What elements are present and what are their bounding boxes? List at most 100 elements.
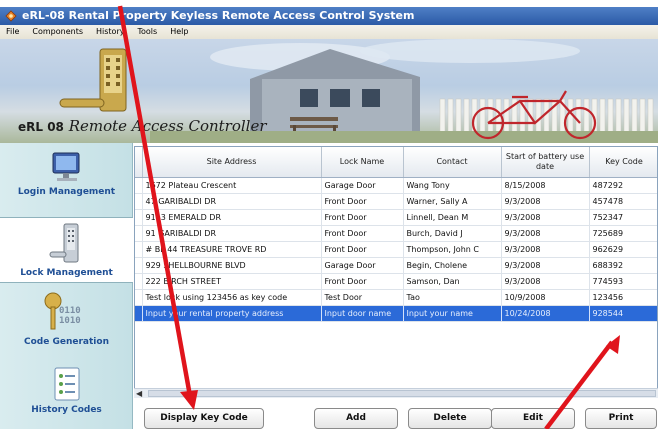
cell-lock-name[interactable]: Front Door — [321, 241, 404, 258]
row-selector[interactable] — [135, 289, 143, 306]
row-selector[interactable] — [135, 305, 143, 322]
sidebar-item-label: Lock Management — [20, 268, 113, 278]
menu-bar: File Components History Tools Help — [0, 25, 658, 39]
cell-battery-date[interactable]: 8/15/2008 — [501, 177, 590, 194]
cell-contact[interactable]: Linnell, Dean M — [403, 209, 502, 226]
history-list-icon — [54, 367, 79, 401]
table-row[interactable]: 1672 Plateau Crescent Garage Door Wang T… — [135, 177, 657, 194]
cell-lock-name[interactable]: Front Door — [321, 225, 404, 242]
cell-contact[interactable]: Input your name — [403, 305, 502, 322]
cell-lock-name[interactable]: Front Door — [321, 193, 404, 210]
table-row[interactable]: Test lock using 123456 as key code Test … — [135, 289, 657, 306]
table-row-selected[interactable]: Input your rental property address Input… — [135, 305, 657, 322]
cell-site-address[interactable]: 1672 Plateau Crescent — [142, 177, 322, 194]
cell-key-code[interactable]: 752347 — [589, 209, 657, 226]
cell-site-address[interactable]: 9143 EMERALD DR — [142, 209, 322, 226]
sidebar-item-login-management[interactable]: Login Management — [0, 147, 133, 207]
menu-help[interactable]: Help — [164, 25, 195, 39]
print-button[interactable]: Print — [585, 408, 657, 429]
sidebar-item-history-codes[interactable]: History Codes — [0, 365, 133, 425]
cell-key-code[interactable]: 962629 — [589, 241, 657, 258]
app-window: eRL-08 Rental Property Keyless Remote Ac… — [0, 0, 658, 429]
menu-tools[interactable]: Tools — [131, 25, 164, 39]
menu-history[interactable]: History — [90, 25, 131, 39]
cell-key-code[interactable]: 123456 — [589, 289, 657, 306]
table-row[interactable]: 222 BIRCH STREET Front Door Samson, Dan … — [135, 273, 657, 290]
cell-key-code[interactable]: 457478 — [589, 193, 657, 210]
computer-monitor-icon — [52, 152, 79, 181]
cell-contact[interactable]: Begin, Cholene — [403, 257, 502, 274]
horizontal-scrollbar[interactable]: ◀ — [134, 388, 658, 398]
cell-key-code[interactable]: 928544 — [589, 305, 657, 322]
scroll-thumb[interactable] — [148, 390, 656, 397]
add-button[interactable]: Add — [314, 408, 398, 429]
app-icon — [5, 10, 17, 22]
keypad-lock-icon — [49, 223, 78, 263]
cell-contact[interactable]: Tao — [403, 289, 502, 306]
cell-site-address[interactable]: 47 GARIBALDI DR — [142, 193, 322, 210]
cell-site-address[interactable]: 929 SHELLBOURNE BLVD — [142, 257, 322, 274]
cell-lock-name[interactable]: Test Door — [321, 289, 404, 306]
column-header-lock-name[interactable]: Lock Name — [321, 147, 404, 178]
cell-site-address[interactable]: # BL 44 TREASURE TROVE RD — [142, 241, 322, 258]
display-key-code-button[interactable]: Display Key Code — [144, 408, 264, 429]
row-selector[interactable] — [135, 209, 143, 226]
table-header-row: Site Address Lock Name Contact Start of … — [135, 147, 657, 178]
cell-contact[interactable]: Warner, Sally A — [403, 193, 502, 210]
cell-key-code[interactable]: 688392 — [589, 257, 657, 274]
cell-lock-name[interactable]: Garage Door — [321, 257, 404, 274]
cell-contact[interactable]: Samson, Dan — [403, 273, 502, 290]
cell-battery-date[interactable]: 9/3/2008 — [501, 225, 590, 242]
sidebar-item-code-generation[interactable]: 0110 1010 Code Generation — [0, 289, 133, 351]
sidebar-item-label: Code Generation — [24, 337, 109, 347]
cell-battery-date[interactable]: 9/3/2008 — [501, 193, 590, 210]
cell-battery-date[interactable]: 10/24/2008 — [501, 305, 590, 322]
sidebar-item-lock-management[interactable]: Lock Management — [0, 217, 133, 283]
cell-site-address[interactable]: 91 GARIBALDI DR — [142, 225, 322, 242]
menu-file[interactable]: File — [0, 25, 26, 39]
row-selector[interactable] — [135, 241, 143, 258]
cell-battery-date[interactable]: 9/3/2008 — [501, 257, 590, 274]
table-row[interactable]: # BL 44 TREASURE TROVE RD Front Door Tho… — [135, 241, 657, 258]
cell-site-address[interactable]: Test lock using 123456 as key code — [142, 289, 322, 306]
cell-lock-name[interactable]: Front Door — [321, 273, 404, 290]
row-header-corner — [135, 147, 143, 178]
cell-battery-date[interactable]: 9/3/2008 — [501, 241, 590, 258]
column-header-contact[interactable]: Contact — [403, 147, 502, 178]
delete-button[interactable]: Delete — [408, 408, 492, 429]
column-header-site-address[interactable]: Site Address — [142, 147, 322, 178]
row-selector[interactable] — [135, 193, 143, 210]
column-header-key-code[interactable]: Key Code — [589, 147, 657, 178]
scroll-left-arrow-icon[interactable]: ◀ — [136, 389, 142, 399]
cell-battery-date[interactable]: 9/3/2008 — [501, 273, 590, 290]
column-header-battery-date[interactable]: Start of battery use date — [501, 147, 590, 178]
table-row[interactable]: 9143 EMERALD DR Front Door Linnell, Dean… — [135, 209, 657, 226]
cell-site-address[interactable]: 222 BIRCH STREET — [142, 273, 322, 290]
table-row[interactable]: 91 GARIBALDI DR Front Door Burch, David … — [135, 225, 657, 242]
cell-site-address[interactable]: Input your rental property address — [142, 305, 322, 322]
row-selector[interactable] — [135, 257, 143, 274]
cell-contact[interactable]: Thompson, John C — [403, 241, 502, 258]
row-selector[interactable] — [135, 225, 143, 242]
cell-battery-date[interactable]: 9/3/2008 — [501, 209, 590, 226]
cell-contact[interactable]: Wang Tony — [403, 177, 502, 194]
cell-key-code[interactable]: 487292 — [589, 177, 657, 194]
row-selector[interactable] — [135, 273, 143, 290]
cell-contact[interactable]: Burch, David J — [403, 225, 502, 242]
cell-battery-date[interactable]: 10/9/2008 — [501, 289, 590, 306]
cell-key-code[interactable]: 725689 — [589, 225, 657, 242]
cell-key-code[interactable]: 774593 — [589, 273, 657, 290]
svg-text:1010: 1010 — [59, 316, 81, 326]
title-bar: eRL-08 Rental Property Keyless Remote Ac… — [0, 7, 658, 25]
table-row[interactable]: 47 GARIBALDI DR Front Door Warner, Sally… — [135, 193, 657, 210]
row-selector[interactable] — [135, 177, 143, 194]
cell-lock-name[interactable]: Garage Door — [321, 177, 404, 194]
table-row[interactable]: 929 SHELLBOURNE BLVD Garage Door Begin, … — [135, 257, 657, 274]
key-binary-icon: 0110 1010 — [44, 292, 81, 330]
lock-table: Site Address Lock Name Contact Start of … — [134, 146, 658, 397]
cell-lock-name[interactable]: Front Door — [321, 209, 404, 226]
edit-button[interactable]: Edit — [491, 408, 575, 429]
menu-components[interactable]: Components — [26, 25, 90, 39]
banner-model: eRL 08 — [18, 120, 64, 134]
cell-lock-name[interactable]: Input door name — [321, 305, 404, 322]
